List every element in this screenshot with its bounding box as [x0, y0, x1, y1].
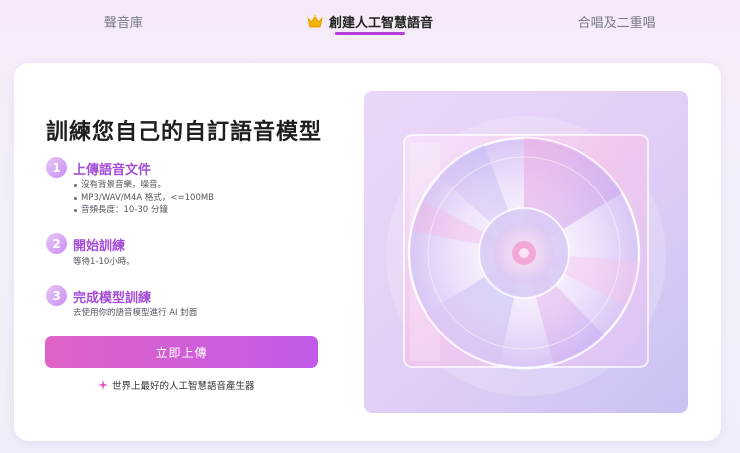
requirement-item: 沒有背景音樂，噪音。 — [73, 179, 214, 192]
tagline-text: 世界上最好的人工智慧語音產生器 — [112, 381, 255, 392]
step-title: 上傳語音文件 — [73, 163, 152, 178]
requirement-item: MP3/WAV/M4A 格式，<=100MB — [73, 192, 214, 205]
step-number-badge: 3 — [46, 285, 67, 306]
sparkle-icon — [98, 380, 108, 390]
upload-now-button[interactable]: 立即上傳 — [45, 336, 318, 368]
step-title: 完成模型訓練 — [73, 291, 152, 306]
step-number-badge: 1 — [46, 157, 67, 178]
tab-voice-library[interactable]: 聲音庫 — [0, 0, 247, 42]
tab-chorus-duet[interactable]: 合唱及二重唱 — [493, 0, 740, 42]
requirement-item: 音頻長度：10-30 分鐘 — [73, 204, 214, 217]
tab-label: 聲音庫 — [103, 15, 143, 31]
cd-disc-illustration — [364, 91, 688, 413]
cd-disc-artwork — [364, 91, 688, 413]
top-tab-bar: 聲音庫 創建人工智慧語音 合唱及二重唱 — [0, 0, 740, 42]
step-number-badge: 2 — [46, 233, 67, 254]
tab-create-ai-voice[interactable]: 創建人工智慧語音 — [247, 0, 494, 42]
step-requirements: 沒有背景音樂，噪音。 MP3/WAV/M4A 格式，<=100MB 音頻長度：1… — [73, 179, 214, 217]
crown-icon — [307, 14, 323, 28]
tab-label: 合唱及二重唱 — [577, 15, 656, 31]
step-description: 等待1-10小時。 — [73, 257, 135, 267]
tagline: 世界上最好的人工智慧語音產生器 — [98, 378, 255, 392]
page-title: 訓練您自己的自訂語音模型 — [46, 120, 323, 145]
step-title: 開始訓練 — [73, 239, 126, 254]
tab-label: 創建人工智慧語音 — [329, 15, 434, 31]
step-description: 去使用你的語音模型進行 AI 封面 — [73, 308, 198, 318]
